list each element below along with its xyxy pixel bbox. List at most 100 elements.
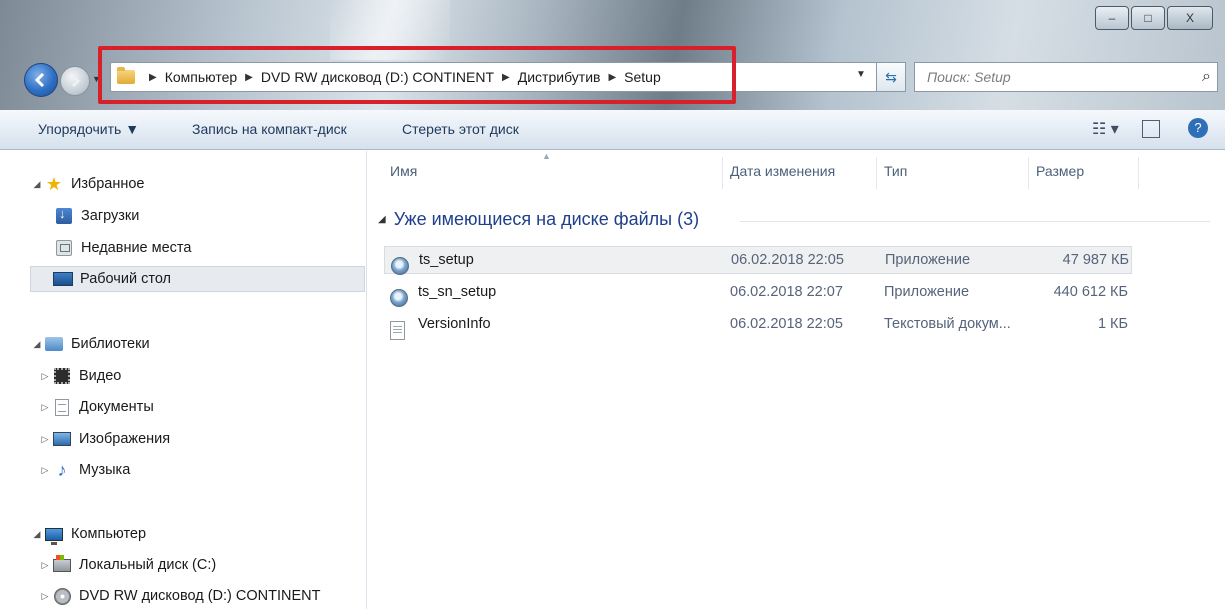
music-library-icon: ♪ [57, 460, 67, 480]
collapsed-triangle-icon[interactable]: ▷ [38, 560, 52, 571]
nav-item-documents[interactable]: ▷ Документы [38, 394, 154, 420]
column-divider[interactable] [1028, 157, 1029, 189]
file-type: Текстовый докум... [884, 316, 1011, 332]
nav-item-downloads[interactable]: Загрузки [54, 203, 139, 229]
chevron-right-icon[interactable]: ▶ [149, 72, 157, 83]
nav-item-desktop[interactable]: Рабочий стол [30, 266, 365, 292]
downloads-folder-icon [54, 206, 74, 225]
expand-triangle-icon[interactable]: ◢ [30, 339, 44, 350]
nav-item-pictures[interactable]: ▷ Изображения [38, 426, 171, 452]
back-button[interactable] [24, 63, 58, 97]
refresh-button[interactable]: ⇆ [876, 62, 906, 92]
nav-item-label: Недавние места [81, 240, 192, 256]
chevron-right-icon[interactable]: ▶ [245, 72, 253, 83]
file-row-versioninfo[interactable]: VersionInfo 06.02.2018 22:05 Текстовый д… [384, 311, 1132, 340]
file-row-ts-sn-setup[interactable]: ts_sn_setup 06.02.2018 22:07 Приложение … [384, 279, 1132, 307]
forward-button[interactable] [60, 66, 90, 96]
nav-item-dvd-drive-d[interactable]: ▷ DVD RW дисковод (D:) CONTINENT [38, 583, 321, 609]
nav-item-label: DVD RW дисковод (D:) CONTINENT [79, 588, 321, 604]
nav-item-music[interactable]: ▷ ♪ Музыка [38, 457, 131, 483]
breadcrumb-distributive[interactable]: Дистрибутив [518, 69, 601, 85]
preview-pane-icon[interactable] [1142, 120, 1160, 138]
arrow-left-icon [34, 72, 45, 88]
file-size: 47 987 КБ [1062, 252, 1129, 268]
sort-ascending-icon: ▲ [542, 151, 551, 161]
nav-item-recent-places[interactable]: Недавние места [54, 235, 191, 261]
exe-icon [390, 284, 408, 307]
dvd-drive-icon [52, 587, 72, 605]
nav-item-label: Рабочий стол [80, 271, 172, 287]
nav-favorites[interactable]: ◢ ★ Избранное [30, 171, 145, 197]
nav-item-label: Документы [79, 399, 154, 415]
collapsed-triangle-icon[interactable]: ▷ [38, 434, 52, 445]
folder-icon [117, 67, 135, 84]
nav-libraries-label: Библиотеки [71, 336, 150, 352]
refresh-icon: ⇆ [885, 68, 897, 85]
collapsed-triangle-icon[interactable]: ▷ [38, 371, 52, 382]
breadcrumb-dvd-drive[interactable]: DVD RW дисковод (D:) CONTINENT [261, 69, 494, 85]
libraries-icon [44, 335, 64, 353]
search-input[interactable] [927, 69, 1187, 85]
file-type: Приложение [884, 284, 970, 300]
column-divider[interactable] [1138, 157, 1139, 189]
breadcrumb-setup[interactable]: Setup [624, 69, 661, 85]
history-dropdown-icon[interactable]: ▼ [92, 74, 101, 84]
erase-disc-button[interactable]: Стереть этот диск [402, 121, 519, 137]
computer-icon [44, 525, 64, 545]
chevron-right-icon[interactable]: ▶ [608, 72, 616, 83]
nav-libraries[interactable]: ◢ Библиотеки [30, 331, 150, 357]
collapsed-triangle-icon[interactable]: ▷ [38, 402, 52, 413]
search-box[interactable]: ⌕ [914, 62, 1218, 92]
exe-icon [391, 252, 409, 275]
burn-to-disc-button[interactable]: Запись на компакт-диск [192, 121, 347, 137]
close-button[interactable]: X [1167, 6, 1213, 30]
file-type: Приложение [885, 252, 971, 268]
group-collapse-icon[interactable]: ◢ [378, 214, 386, 225]
address-dropdown-icon[interactable]: ▼ [856, 69, 866, 80]
group-divider [740, 221, 1210, 222]
view-options-icon[interactable]: ☷ ▾ [1092, 119, 1119, 139]
help-icon[interactable]: ? [1188, 118, 1208, 138]
column-divider[interactable] [876, 157, 877, 189]
nav-item-local-disk-c[interactable]: ▷ Локальный диск (C:) [38, 552, 216, 578]
search-icon[interactable]: ⌕ [1202, 68, 1211, 86]
nav-item-label: Изображения [79, 431, 171, 447]
nav-item-label: Музыка [79, 462, 131, 478]
group-title: Уже имеющиеся на диске файлы (3) [393, 209, 700, 229]
command-toolbar: Упорядочить ▼ Запись на компакт-диск Сте… [0, 110, 1225, 150]
chevron-right-icon[interactable]: ▶ [502, 72, 510, 83]
maximize-button[interactable]: □ [1131, 6, 1165, 30]
collapsed-triangle-icon[interactable]: ▷ [38, 591, 52, 602]
collapsed-triangle-icon[interactable]: ▷ [38, 465, 52, 476]
address-bar[interactable]: ▶ Компьютер ▶ DVD RW дисковод (D:) CONTI… [110, 62, 900, 92]
file-size: 1 КБ [1097, 316, 1128, 332]
organize-button[interactable]: Упорядочить ▼ [38, 121, 139, 137]
video-library-icon [52, 367, 72, 385]
expand-triangle-icon[interactable]: ◢ [30, 529, 44, 540]
file-date: 06.02.2018 22:05 [731, 252, 844, 268]
column-header-name[interactable]: Имя [390, 163, 417, 179]
file-date: 06.02.2018 22:07 [730, 284, 843, 300]
file-name: VersionInfo [418, 316, 491, 332]
column-header-type[interactable]: Тип [884, 163, 907, 179]
file-list-pane: ▲ Имя Дата изменения Тип Размер ◢ Уже им… [368, 151, 1225, 609]
nav-item-label: Загрузки [81, 208, 140, 224]
file-row-ts-setup[interactable]: ts_setup 06.02.2018 22:05 Приложение 47 … [384, 246, 1132, 275]
nav-favorites-label: Избранное [71, 176, 145, 192]
documents-library-icon [52, 398, 72, 416]
expand-triangle-icon[interactable]: ◢ [30, 179, 44, 190]
text-file-icon [390, 316, 408, 340]
file-name: ts_setup [419, 252, 474, 268]
window-controls: – □ X [1095, 6, 1213, 30]
star-icon: ★ [45, 174, 63, 194]
column-header-size[interactable]: Размер [1036, 163, 1084, 179]
breadcrumb-computer[interactable]: Компьютер [165, 69, 237, 85]
minimize-button[interactable]: – [1095, 6, 1129, 30]
nav-computer[interactable]: ◢ Компьютер [30, 521, 146, 547]
nav-item-video[interactable]: ▷ Видео [38, 363, 121, 389]
column-divider[interactable] [722, 157, 723, 189]
file-group-header[interactable]: ◢ Уже имеющиеся на диске файлы (3) [378, 209, 699, 230]
nav-computer-label: Компьютер [71, 526, 147, 542]
column-header-date[interactable]: Дата изменения [730, 163, 835, 179]
desktop-icon [53, 270, 73, 288]
